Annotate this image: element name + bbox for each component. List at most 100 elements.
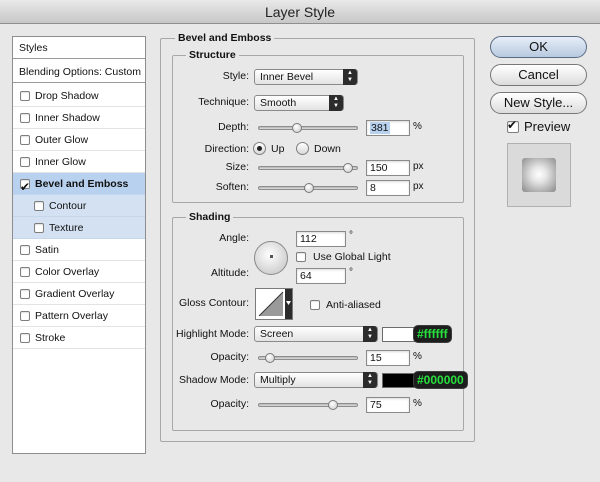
shadow-opacity-thumb[interactable] <box>328 400 338 410</box>
shadow-opacity-unit: % <box>413 398 422 409</box>
chevron-updown-icon: ▲ ▼ <box>363 326 377 342</box>
direction-down-label: Down <box>314 143 341 155</box>
style-item-outer-glow[interactable]: Outer Glow <box>13 129 145 151</box>
depth-slider-thumb[interactable] <box>292 123 302 133</box>
depth-slider-track[interactable] <box>258 126 358 130</box>
style-item-pattern-overlay[interactable]: Pattern Overlay <box>13 305 145 327</box>
style-item-satin[interactable]: Satin <box>13 239 145 261</box>
altitude-input[interactable]: 64 <box>296 268 346 284</box>
layer-style-dialog: Layer Style Styles Blending Options: Cus… <box>0 0 600 482</box>
global-light-label: Use Global Light <box>313 251 391 263</box>
blending-options[interactable]: Blending Options: Custom <box>13 61 145 83</box>
depth-unit: % <box>413 121 422 132</box>
highlight-opacity-value: 15 <box>370 352 382 364</box>
size-input[interactable]: 150 <box>366 160 410 176</box>
style-item-label: Gradient Overlay <box>35 288 115 300</box>
global-light-checkbox[interactable] <box>296 252 306 262</box>
angle-dial-indicator <box>270 255 273 258</box>
style-dropdown-value: Inner Bevel <box>260 71 314 83</box>
highlight-opacity-label: Opacity: <box>210 351 249 363</box>
highlight-mode-dropdown[interactable]: Screen ▲ ▼ <box>254 326 378 342</box>
direction-up-radio[interactable] <box>253 142 266 155</box>
direction-down-radio[interactable] <box>296 142 309 155</box>
ok-button[interactable]: OK <box>490 36 587 58</box>
color-overlay-checkbox[interactable] <box>20 267 30 277</box>
style-item-label: Bevel and Emboss <box>35 178 129 190</box>
new-style-button[interactable]: New Style... <box>490 92 587 114</box>
highlight-mode-label: Highlight Mode: <box>176 328 249 340</box>
technique-dropdown[interactable]: Smooth ▲ ▼ <box>254 95 344 111</box>
preview-swatch <box>522 158 556 192</box>
style-preview-thumbnail <box>507 143 571 207</box>
contour-checkbox[interactable] <box>34 201 44 211</box>
shadow-hex-badge: #000000 <box>413 371 468 389</box>
styles-header[interactable]: Styles <box>13 37 145 59</box>
shadow-opacity-input[interactable]: 75 <box>366 397 410 413</box>
style-item-drop-shadow[interactable]: Drop Shadow <box>13 85 145 107</box>
style-item-color-overlay[interactable]: Color Overlay <box>13 261 145 283</box>
style-item-contour[interactable]: Contour <box>13 195 145 217</box>
gradient-overlay-checkbox[interactable] <box>20 289 30 299</box>
style-item-gradient-overlay[interactable]: Gradient Overlay <box>13 283 145 305</box>
pattern-overlay-checkbox[interactable] <box>20 311 30 321</box>
stroke-checkbox[interactable] <box>20 333 30 343</box>
anti-aliased-label: Anti-aliased <box>326 299 381 311</box>
style-item-inner-glow[interactable]: Inner Glow <box>13 151 145 173</box>
style-item-label: Contour <box>49 200 87 212</box>
soften-value: 8 <box>370 182 376 194</box>
shadow-opacity-value: 75 <box>370 399 382 411</box>
style-item-bevel-and-emboss[interactable]: Bevel and Emboss <box>13 173 145 198</box>
shadow-mode-label: Shadow Mode: <box>178 374 249 386</box>
style-item-label: Outer Glow <box>35 134 89 146</box>
shadow-mode-dropdown[interactable]: Multiply ▲ ▼ <box>254 372 378 388</box>
inner-glow-checkbox[interactable] <box>20 157 30 167</box>
size-unit: px <box>413 161 424 172</box>
style-item-label: Drop Shadow <box>35 90 99 102</box>
outer-glow-checkbox[interactable] <box>20 135 30 145</box>
highlight-opacity-thumb[interactable] <box>265 353 275 363</box>
chevron-updown-icon: ▲ ▼ <box>363 372 377 388</box>
satin-checkbox[interactable] <box>20 245 30 255</box>
style-item-inner-shadow[interactable]: Inner Shadow <box>13 107 145 129</box>
angle-dial[interactable] <box>254 241 288 275</box>
soften-slider-thumb[interactable] <box>304 183 314 193</box>
depth-label: Depth: <box>218 121 249 133</box>
texture-checkbox[interactable] <box>34 223 44 233</box>
cancel-button[interactable]: Cancel <box>490 64 587 86</box>
window-title: Layer Style <box>0 0 600 24</box>
anti-aliased-checkbox[interactable] <box>310 300 320 310</box>
style-item-label: Texture <box>49 222 84 234</box>
angle-input[interactable]: 112 <box>296 231 346 247</box>
soften-unit: px <box>413 181 424 192</box>
bevel-emboss-checkbox[interactable] <box>20 176 30 198</box>
style-item-stroke[interactable]: Stroke <box>13 327 145 349</box>
chevron-updown-icon: ▲ ▼ <box>329 95 343 111</box>
shadow-opacity-track[interactable] <box>258 403 358 407</box>
style-item-label: Satin <box>35 244 59 256</box>
drop-shadow-checkbox[interactable] <box>20 91 30 101</box>
style-label: Style: <box>222 70 249 82</box>
soften-label: Soften: <box>215 181 249 193</box>
soften-input[interactable]: 8 <box>366 180 410 196</box>
style-item-texture[interactable]: Texture <box>13 217 145 239</box>
preview-checkbox[interactable] <box>507 118 519 133</box>
style-item-label: Color Overlay <box>35 266 100 278</box>
blending-options-label: Blending Options: Custom <box>19 66 141 78</box>
depth-value: 381 <box>370 122 390 134</box>
altitude-label: Altitude: <box>211 267 249 279</box>
structure-title: Structure <box>186 49 239 61</box>
panel-title: Bevel and Emboss <box>175 32 275 44</box>
depth-input[interactable]: 381 <box>366 120 410 136</box>
inner-shadow-checkbox[interactable] <box>20 113 30 123</box>
style-dropdown[interactable]: Inner Bevel ▲ ▼ <box>254 69 358 85</box>
angle-unit: ° <box>349 230 353 241</box>
preview-label: Preview <box>524 119 571 134</box>
angle-value: 112 <box>300 233 317 245</box>
direction-up-label: Up <box>271 143 285 155</box>
size-slider-thumb[interactable] <box>343 163 353 173</box>
style-item-label: Inner Shadow <box>35 112 100 124</box>
style-item-label: Pattern Overlay <box>35 310 108 322</box>
highlight-mode-value: Screen <box>260 328 294 340</box>
highlight-opacity-input[interactable]: 15 <box>366 350 410 366</box>
gloss-contour-picker[interactable] <box>255 288 293 320</box>
